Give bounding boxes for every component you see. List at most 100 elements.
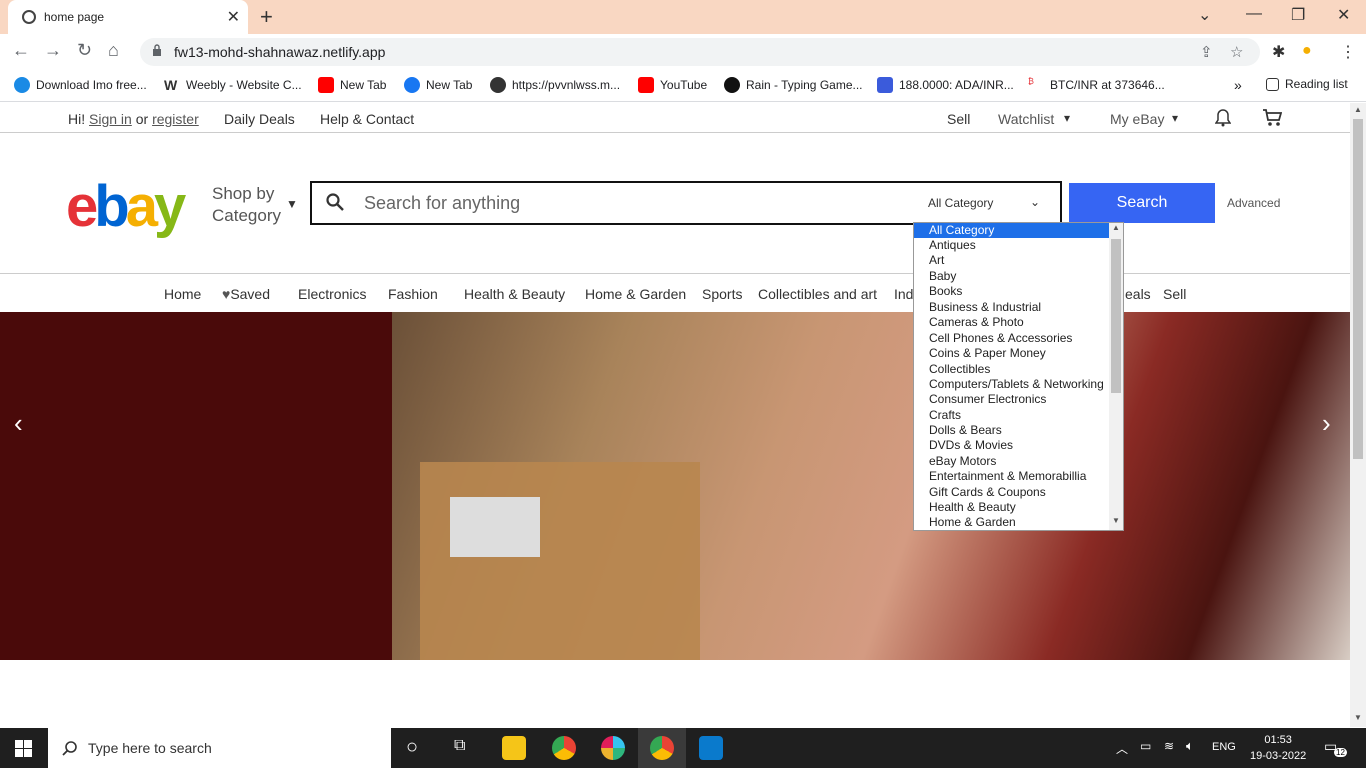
dropdown-option[interactable]: DVDs & Movies	[914, 438, 1109, 453]
search-input[interactable]: Search for anything All Category ⌄	[310, 181, 1062, 225]
dropdown-option[interactable]: Entertainment & Memorabillia	[914, 469, 1109, 484]
dropdown-option[interactable]: Art	[914, 253, 1109, 268]
dropdown-option[interactable]: Cell Phones & Accessories	[914, 331, 1109, 346]
nav-sports[interactable]: Sports	[702, 286, 742, 302]
bookmark-item[interactable]: New Tab	[404, 77, 472, 93]
chevron-up-icon[interactable]: ︿	[1116, 740, 1128, 757]
tab-search-icon[interactable]: ⌄	[1198, 5, 1211, 25]
dropdown-scroll-thumb[interactable]	[1111, 239, 1121, 393]
bookmark-item[interactable]: W Weebly - Website C...	[164, 77, 302, 93]
cart-icon[interactable]	[1262, 109, 1282, 127]
scroll-down-icon[interactable]: ▼	[1112, 516, 1120, 525]
language-indicator[interactable]: ENG	[1212, 741, 1236, 753]
advanced-search-link[interactable]: Advanced	[1227, 196, 1280, 210]
nav-industrial[interactable]: Ind	[894, 286, 913, 302]
dropdown-scrollbar[interactable]: ▲ ▼	[1109, 223, 1123, 530]
scroll-up-icon[interactable]: ▲	[1354, 105, 1362, 114]
bookmark-item[interactable]: Rain - Typing Game...	[724, 77, 863, 93]
dropdown-option[interactable]: Antiques	[914, 238, 1109, 253]
close-window-button[interactable]: ✕	[1337, 5, 1350, 25]
new-tab-button[interactable]: +	[260, 4, 273, 30]
bookmark-item[interactable]: https://pvvnlwss.m...	[490, 77, 620, 93]
help-contact-link[interactable]: Help & Contact	[320, 111, 414, 127]
bookmark-item[interactable]: New Tab	[318, 77, 386, 93]
windows-start-icon[interactable]	[15, 740, 32, 757]
taskbar-clock[interactable]: 01:53 19-03-2022	[1250, 732, 1306, 764]
browser-tab[interactable]: home page ✕	[8, 0, 248, 34]
dropdown-option[interactable]: Cameras & Photo	[914, 315, 1109, 330]
minimize-button[interactable]: —	[1246, 5, 1262, 23]
dropdown-option[interactable]: Coins & Paper Money	[914, 346, 1109, 361]
menu-icon[interactable]: ⋮	[1340, 42, 1356, 62]
chevron-down-icon[interactable]: ▾	[1172, 111, 1178, 125]
nav-sell[interactable]: Sell	[1163, 286, 1186, 302]
nav-fashion[interactable]: Fashion	[388, 286, 438, 302]
extensions-icon[interactable]: ✱	[1272, 42, 1285, 62]
dropdown-option[interactable]: Home & Garden	[914, 515, 1109, 530]
close-tab-icon[interactable]: ✕	[227, 7, 240, 27]
scroll-up-icon[interactable]: ▲	[1112, 223, 1120, 232]
chevron-down-icon[interactable]: ⌄	[1030, 195, 1040, 209]
taskbar-search-input[interactable]: Type here to search	[48, 728, 391, 768]
chevron-down-icon[interactable]: ▾	[1064, 111, 1070, 125]
restore-button[interactable]: ❐	[1291, 5, 1305, 25]
bookmark-item[interactable]: Download Imo free...	[14, 77, 147, 93]
bell-icon[interactable]	[1215, 109, 1231, 127]
bookmark-item[interactable]: 188.0000: ADA/INR...	[877, 77, 1014, 93]
nav-deals[interactable]: eals	[1125, 286, 1151, 302]
slack-icon[interactable]	[601, 736, 625, 760]
cortana-icon[interactable]: ○	[406, 736, 418, 759]
share-icon[interactable]: ⇪	[1200, 43, 1213, 61]
volume-icon[interactable]: 🔈︎	[1186, 738, 1194, 754]
page-scroll-thumb[interactable]	[1353, 119, 1363, 459]
chrome-icon[interactable]	[552, 736, 576, 760]
watchlist-link[interactable]: Watchlist	[998, 111, 1054, 127]
sign-in-link[interactable]: Sign in	[89, 111, 132, 127]
nav-health-beauty[interactable]: Health & Beauty	[464, 286, 565, 302]
nav-saved[interactable]: ♥Saved	[222, 286, 270, 302]
scroll-down-icon[interactable]: ▼	[1354, 713, 1362, 722]
dropdown-option[interactable]: Health & Beauty	[914, 500, 1109, 515]
bookmark-item[interactable]: YouTube	[638, 77, 707, 93]
chevron-down-icon[interactable]: ▼	[286, 197, 298, 211]
dropdown-option[interactable]: Computers/Tablets & Networking	[914, 377, 1109, 392]
sell-link[interactable]: Sell	[947, 111, 970, 127]
nav-collectibles[interactable]: Collectibles and art	[758, 286, 877, 302]
shop-by-category-button[interactable]: Shop by Category	[212, 183, 281, 227]
dropdown-option[interactable]: Consumer Electronics	[914, 392, 1109, 407]
dropdown-option[interactable]: Gift Cards & Coupons	[914, 485, 1109, 500]
category-select[interactable]: All Category	[928, 196, 993, 210]
dropdown-option[interactable]: All Category	[914, 223, 1109, 238]
task-view-icon[interactable]: ⧉	[454, 737, 465, 755]
dropdown-option[interactable]: Dolls & Bears	[914, 423, 1109, 438]
forward-icon[interactable]: →	[44, 40, 62, 61]
chrome-icon[interactable]	[650, 736, 674, 760]
reading-list-button[interactable]: Reading list	[1266, 77, 1348, 91]
vscode-icon[interactable]	[699, 736, 723, 760]
file-explorer-icon[interactable]	[502, 736, 526, 760]
register-link[interactable]: register	[152, 111, 199, 127]
bookmark-item[interactable]: ₿ BTC/INR at 373646...	[1028, 77, 1165, 93]
dropdown-option[interactable]: Crafts	[914, 408, 1109, 423]
reload-icon[interactable]: ↻	[77, 40, 92, 61]
page-scrollbar[interactable]: ▲ ▼	[1350, 103, 1366, 727]
my-ebay-link[interactable]: My eBay	[1110, 111, 1164, 127]
carousel-prev-icon[interactable]: ‹	[14, 408, 23, 439]
search-button[interactable]: Search	[1069, 183, 1215, 223]
back-icon[interactable]: ←	[12, 40, 30, 61]
dropdown-option[interactable]: Books	[914, 284, 1109, 299]
ebay-logo[interactable]: ebay	[66, 173, 186, 240]
address-bar[interactable]: fw13-mohd-shahnawaz.netlify.app ⇪ ☆	[140, 38, 1260, 66]
bookmark-star-icon[interactable]: ☆	[1230, 43, 1243, 61]
daily-deals-link[interactable]: Daily Deals	[224, 111, 295, 127]
dropdown-option[interactable]: eBay Motors	[914, 454, 1109, 469]
nav-electronics[interactable]: Electronics	[298, 286, 366, 302]
dropdown-option[interactable]: Baby	[914, 269, 1109, 284]
dropdown-option[interactable]: Collectibles	[914, 362, 1109, 377]
profile-icon[interactable]: ●	[1302, 42, 1312, 60]
nav-home[interactable]: Home	[164, 286, 201, 302]
more-bookmarks-icon[interactable]: »	[1234, 77, 1242, 93]
battery-icon[interactable]: ▭	[1140, 739, 1151, 753]
dropdown-option[interactable]: Business & Industrial	[914, 300, 1109, 315]
home-icon[interactable]: ⌂	[108, 40, 119, 61]
